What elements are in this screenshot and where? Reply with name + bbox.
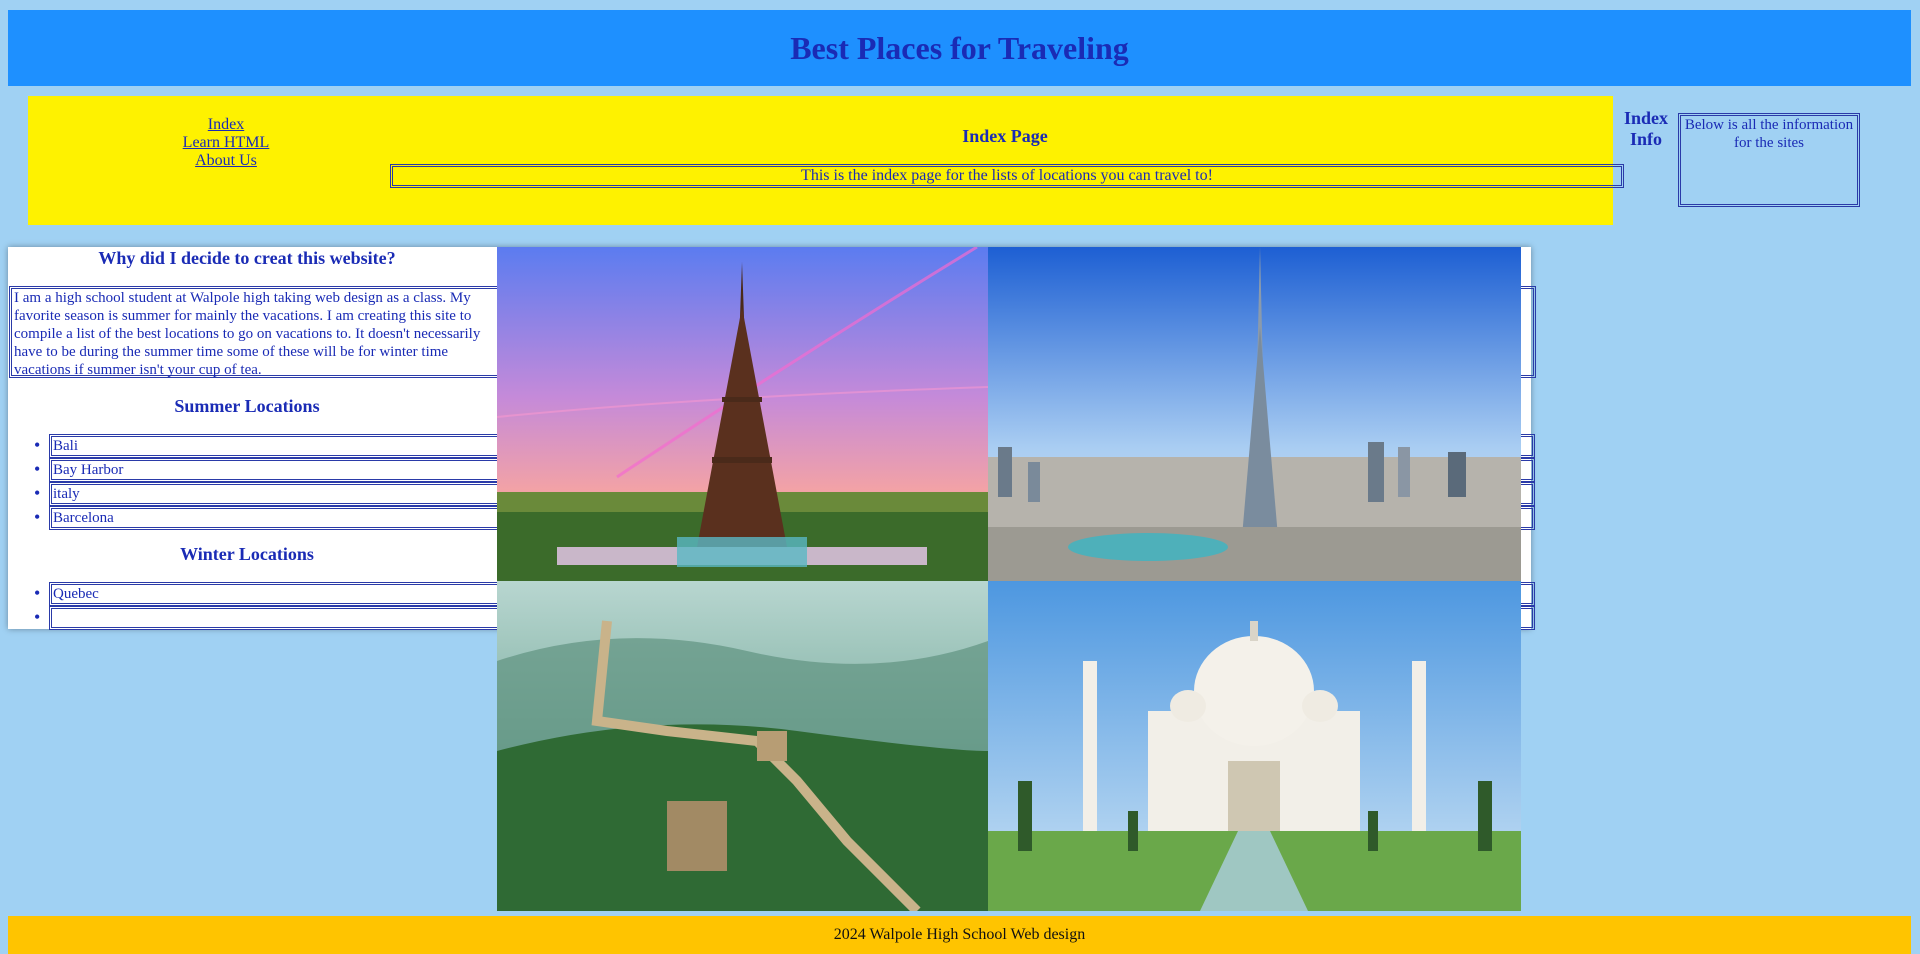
about-text: I am a high school student at Walpole hi…	[14, 290, 481, 378]
summer-heading: Summer Locations	[174, 396, 320, 416]
index-page-description: This is the index page for the lists of …	[390, 164, 1624, 188]
eiffel-tower-photo	[497, 247, 988, 581]
index-page-title: Index Page	[962, 126, 1048, 146]
burj-khalifa-photo	[988, 247, 1521, 581]
nav-links: Index Learn HTML About Us	[148, 116, 304, 170]
photo-gallery	[497, 247, 1521, 911]
great-wall-photo	[497, 581, 988, 911]
index-info-text: Below is all the information for the sit…	[1678, 113, 1860, 207]
nav-link-index[interactable]: Index	[148, 116, 304, 134]
winter-heading: Winter Locations	[180, 544, 314, 564]
nav-link-about-us[interactable]: About Us	[148, 152, 304, 170]
nav-link-learn-html[interactable]: Learn HTML	[148, 134, 304, 152]
site-title: Best Places for Traveling	[790, 29, 1129, 66]
nav-box: Index Learn HTML About Us Index Page Thi…	[28, 96, 1624, 225]
site-header: Best Places for Traveling	[8, 10, 1911, 86]
index-info-title: Index Info	[1623, 108, 1668, 149]
site-footer: 2024 Walpole High School Web design	[8, 916, 1911, 954]
about-heading: Why did I decide to creat this website?	[98, 248, 396, 268]
taj-mahal-photo	[988, 581, 1521, 911]
footer-text: 2024 Walpole High School Web design	[833, 926, 1086, 943]
